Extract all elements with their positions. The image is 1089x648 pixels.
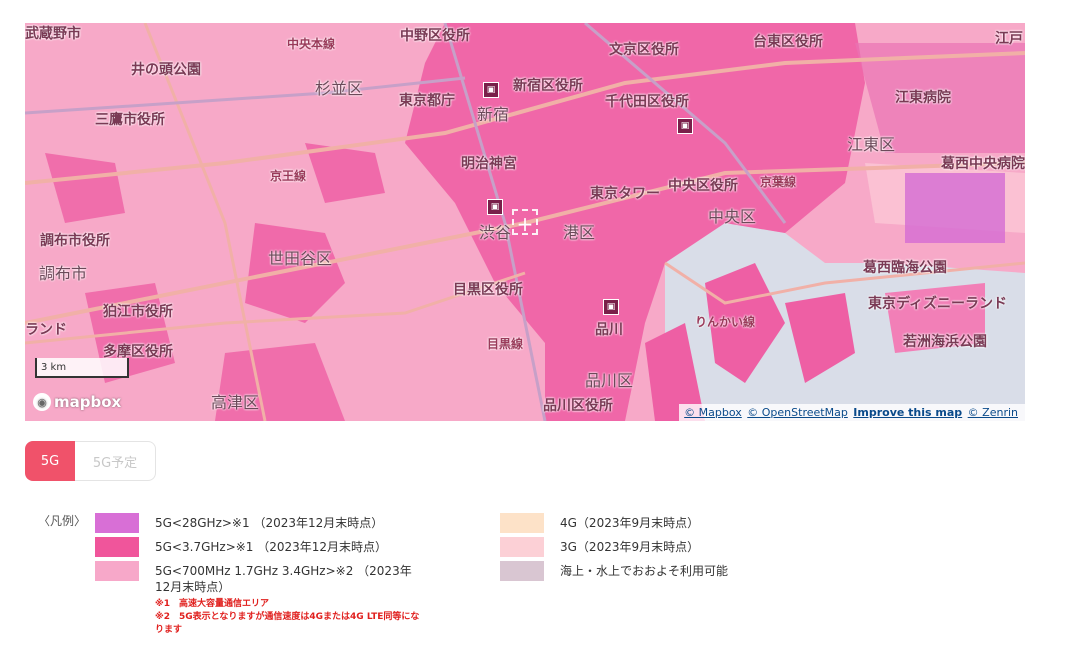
station-icon: ▣	[483, 82, 499, 98]
tab-5g[interactable]: 5G	[25, 441, 75, 481]
map-label: 東京都庁	[399, 93, 455, 109]
attribution-mapbox-link[interactable]: © Mapbox	[684, 406, 742, 419]
map-label: 三鷹市役所	[95, 112, 165, 128]
coverage-map[interactable]: 武蔵野市 中野区役所 中央本線 文京区役所 台東区役所 江戸 井の頭公園 杉並区…	[25, 23, 1025, 421]
map-label: 中央区	[708, 207, 757, 226]
legend-swatch	[500, 537, 544, 557]
map-label: 文京区役所	[609, 42, 679, 58]
map-label: 港区	[563, 223, 596, 242]
legend-label: 5G<3.7GHz>※1 （2023年12月末時点）	[155, 540, 388, 554]
map-label: 新宿区役所	[513, 78, 583, 94]
map-label: 品川	[595, 322, 623, 338]
map-label: 中野区役所	[400, 28, 470, 44]
legend-label: 海上・水上でおおよそ利用可能	[560, 564, 729, 578]
map-label: ランド	[25, 322, 67, 338]
tab-5g-planned[interactable]: 5G予定	[75, 441, 156, 481]
crosshair-icon: +	[512, 209, 538, 236]
map-label: 新宿	[477, 105, 510, 124]
station-icon: ▣	[487, 199, 503, 215]
legend-note-1: ※1 高速大容量通信エリア	[155, 599, 270, 609]
scale-bar: 3 km	[35, 358, 129, 378]
legend-swatch	[500, 513, 544, 533]
map-label: 江東病院	[895, 90, 951, 106]
legend-label: 4G（2023年9月末時点）	[560, 516, 700, 530]
legend-swatch	[95, 561, 139, 581]
legend-title: 〈凡例〉	[38, 514, 87, 528]
legend-notes: ※1 高速大容量通信エリア ※2 5G表示となりますが通信速度は4Gまたは4G …	[155, 598, 425, 637]
map-label: 京王線	[270, 169, 307, 183]
legend-label: 5G<28GHz>※1 （2023年12月末時点）	[155, 516, 384, 530]
map-label: 東京タワー	[590, 186, 660, 202]
attribution-zenrin-link[interactable]: © Zenrin	[968, 406, 1018, 419]
map-label: 目黒区役所	[453, 282, 523, 298]
mapbox-logo-icon: ◉	[33, 393, 51, 411]
map-label: 狛江市役所	[103, 304, 173, 320]
improve-map-link[interactable]: Improve this map	[853, 406, 962, 419]
map-label: 高津区	[211, 393, 260, 412]
legend-swatch	[95, 537, 139, 557]
map-label: 東京ディズニーランド	[868, 296, 1008, 312]
legend-label: 5G<700MHz 1.7GHz 3.4GHz>※2 （2023年12月末時点）	[155, 564, 412, 594]
map-label: 品川区役所	[543, 398, 613, 414]
map-label: 江東区	[847, 135, 896, 154]
legend-item: 海上・水上でおおよそ利用可能	[500, 561, 800, 581]
mapbox-logo[interactable]: ◉ mapbox	[33, 393, 121, 411]
mapbox-logo-text: mapbox	[54, 393, 122, 411]
map-label: 品川区	[585, 371, 634, 390]
map-label: 調布市	[39, 264, 88, 283]
map-label: 世田谷区	[268, 249, 333, 268]
map-label: 武蔵野市	[25, 26, 81, 42]
legend-item: 5G<700MHz 1.7GHz 3.4GHz>※2 （2023年12月末時点）	[95, 561, 425, 595]
map-tabs: 5G 5G予定	[25, 441, 156, 481]
map-label: 京葉線	[760, 175, 797, 189]
map-label: 台東区役所	[753, 34, 823, 50]
legend-swatch	[500, 561, 544, 581]
map-label: 中央本線	[287, 37, 336, 51]
map-label: りんかい線	[695, 315, 756, 329]
map-label: 杉並区	[315, 79, 364, 98]
map-label: 調布市役所	[40, 233, 110, 249]
map-label: 江戸	[995, 31, 1023, 47]
legend-label: 3G（2023年9月末時点）	[560, 540, 700, 554]
legend-swatch	[95, 513, 139, 533]
map-label: 渋谷	[479, 223, 512, 242]
station-icon: ▣	[677, 118, 693, 134]
map-label: 目黒線	[487, 337, 524, 351]
legend-item: 4G（2023年9月末時点）	[500, 513, 800, 533]
map-label: 千代田区役所	[605, 94, 689, 110]
map-label: 明治神宮	[461, 156, 517, 172]
map-label: 葛西中央病院	[941, 156, 1025, 172]
map-label: 若洲海浜公園	[903, 334, 987, 350]
station-icon: ▣	[603, 299, 619, 315]
map-label: 井の頭公園	[131, 62, 201, 78]
map-label: 葛西臨海公園	[863, 260, 947, 276]
map-attribution: © Mapbox © OpenStreetMap Improve this ma…	[679, 404, 1025, 421]
legend-note-2: ※2 5G表示となりますが通信速度は4Gまたは4G LTE同等になります	[155, 612, 420, 635]
map-label: 中央区役所	[668, 178, 738, 194]
legend-item: 3G（2023年9月末時点）	[500, 537, 800, 557]
attribution-osm-link[interactable]: © OpenStreetMap	[747, 406, 848, 419]
legend-item: 5G<28GHz>※1 （2023年12月末時点）	[95, 513, 425, 533]
legend-item: 5G<3.7GHz>※1 （2023年12月末時点）	[95, 537, 425, 557]
